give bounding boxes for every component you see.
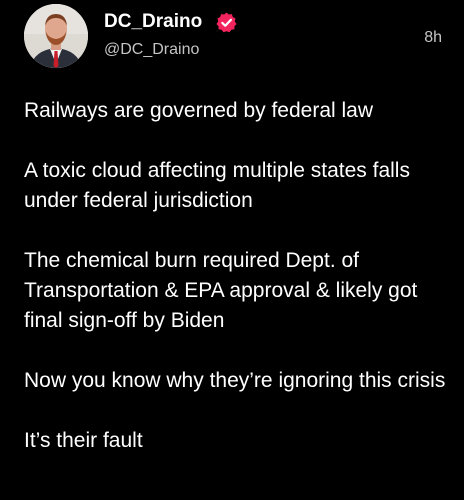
avatar[interactable] xyxy=(24,4,88,68)
post-paragraph: A toxic cloud affecting multiple states … xyxy=(24,159,410,212)
verified-badge-icon xyxy=(216,12,237,33)
post-body: Railways are governed by federal law A t… xyxy=(24,96,454,486)
post-paragraph: Railways are governed by federal law xyxy=(24,99,374,122)
author-handle[interactable]: @DC_Draino xyxy=(104,40,199,60)
post-paragraph: Now you know why they’re ignoring this c… xyxy=(24,369,446,392)
post-timestamp[interactable]: 8h xyxy=(424,28,442,48)
post-card: DC_Draino @DC_Draino 8h Railways are gov… xyxy=(0,0,464,500)
profile-photo xyxy=(24,4,88,68)
post-paragraph: The chemical burn required Dept. of Tran… xyxy=(24,249,418,332)
author-display-name[interactable]: DC_Draino xyxy=(104,10,202,34)
post-paragraph: It’s their fault xyxy=(24,429,143,452)
